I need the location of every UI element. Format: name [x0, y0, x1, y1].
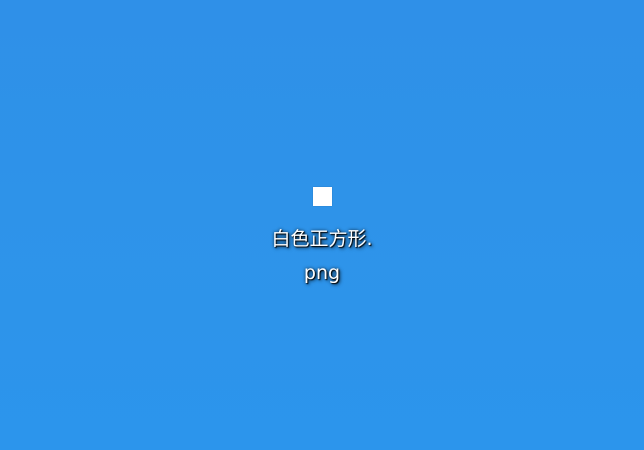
file-name-line-1: 白色正方形. [271, 228, 373, 250]
file-name-label[interactable]: 白色正方形. png [250, 222, 394, 290]
desktop-file-icon[interactable]: 白色正方形. png [250, 178, 394, 290]
file-name-line-2: png [303, 262, 341, 284]
image-thumbnail-icon[interactable] [312, 187, 332, 206]
desktop-background[interactable]: 白色正方形. png [0, 0, 644, 450]
